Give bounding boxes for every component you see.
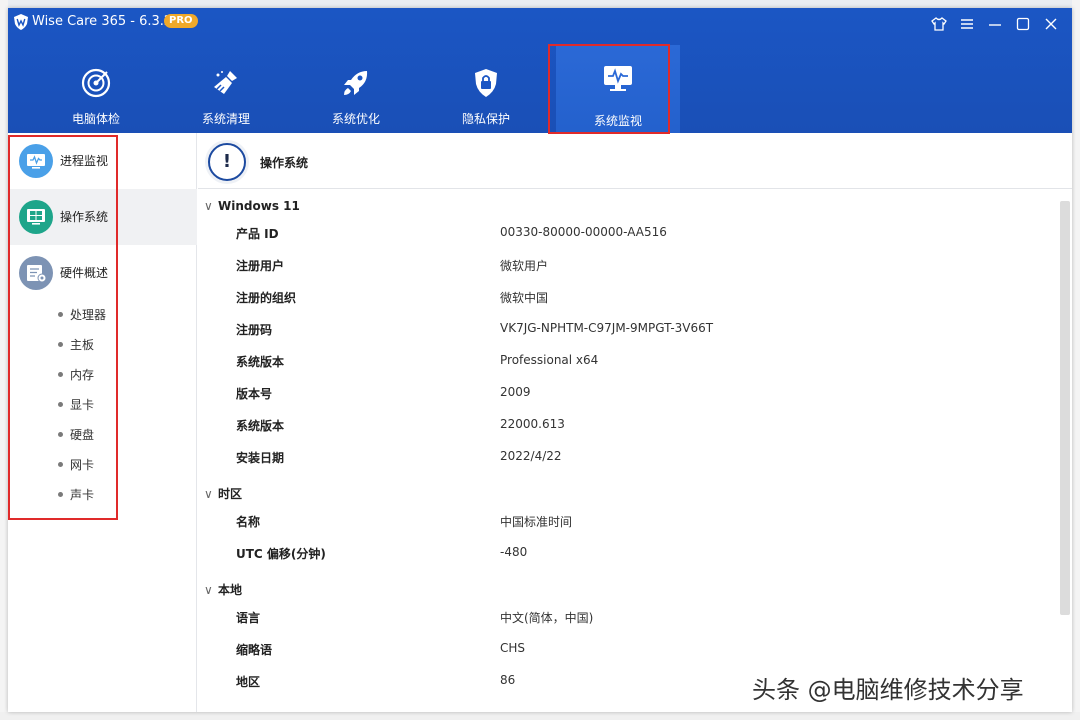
broom-icon — [214, 71, 237, 94]
content-header: ! 操作系统 — [198, 133, 1072, 189]
desktop-left-edge — [0, 0, 8, 720]
skin-icon[interactable] — [930, 15, 948, 33]
app-title: Wise Care 365 - 6.3.2 — [32, 14, 173, 29]
table-row: 安装日期 2022/4/22 — [236, 449, 562, 465]
info-list: ∨ Windows 11 产品 ID 00330-80000-00000-AA516… — [198, 190, 1058, 712]
chevron-down-icon: ∨ — [204, 487, 213, 501]
table-row: UTC 偏移(分钟) -480 — [236, 545, 528, 561]
table-row: 注册用户 微软用户 — [236, 259, 549, 273]
monitor-icon — [19, 144, 53, 178]
sidebar: 进程监视 操作系统 硬件概述 处理器 主板 内存 显卡 硬盘 网卡 声卡 — [8, 133, 197, 712]
sidebar-item-label: 硬件概述 — [60, 266, 109, 280]
sidebar-sub-item-graphics[interactable]: 显卡 — [58, 395, 94, 415]
bullet-icon — [58, 492, 63, 497]
rocket-icon — [344, 71, 368, 95]
watermark: 头条 @电脑维修技术分享 — [752, 676, 1024, 704]
hardware-icon — [19, 256, 53, 290]
target-icon — [81, 68, 111, 98]
main-tabs: 电脑体检 系统清理 系统优化 隐私保护 系统监视 — [8, 45, 1072, 139]
scrollbar[interactable] — [1060, 201, 1070, 615]
table-row: 注册的组织 微软中国 — [236, 291, 549, 305]
table-row: 版本号 2009 — [236, 385, 531, 401]
menu-icon[interactable] — [958, 15, 976, 33]
sidebar-item-operating-system[interactable]: 操作系统 — [8, 189, 197, 245]
tab-system-monitor[interactable]: 系统监视 — [556, 45, 680, 139]
page-title: 操作系统 — [260, 156, 309, 170]
bullet-icon — [58, 432, 63, 437]
bullet-icon — [58, 462, 63, 467]
table-row: 缩略语 CHS — [236, 641, 526, 657]
table-row: 产品 ID 00330-80000-00000-AA516 — [236, 225, 667, 241]
chevron-down-icon: ∨ — [204, 199, 213, 213]
tab-label: 系统监视 — [593, 114, 642, 128]
sidebar-item-process-monitor[interactable]: 进程监视 — [8, 133, 197, 189]
app-window: Wise Care 365 - 6.3.2 PRO 电脑体检 系统清理 系统优化… — [8, 8, 1072, 712]
table-row: 名称 中国标准时间 — [236, 515, 573, 529]
tab-label: 系统清理 — [201, 112, 250, 126]
table-row: 语言 中文(简体，中国) — [236, 611, 594, 625]
windows-icon — [19, 200, 53, 234]
sidebar-item-label: 操作系统 — [60, 210, 109, 224]
tab-system-optimize[interactable]: 系统优化 — [296, 53, 416, 133]
desktop-right-edge — [1072, 0, 1080, 720]
desktop-bottom-edge — [0, 712, 1080, 720]
minimize-icon[interactable] — [986, 15, 1004, 33]
section-header-windows[interactable]: ∨ Windows 11 — [204, 196, 300, 216]
lock-shield-icon — [475, 69, 497, 97]
monitor-icon — [604, 66, 632, 91]
tab-label: 隐私保护 — [461, 112, 510, 126]
tab-label: 电脑体检 — [71, 112, 120, 126]
sidebar-item-hardware-overview[interactable]: 硬件概述 — [8, 245, 197, 301]
bullet-icon — [58, 342, 63, 347]
tab-privacy[interactable]: 隐私保护 — [426, 53, 546, 133]
table-row: 系统版本 22000.613 — [236, 417, 565, 433]
sidebar-item-label: 进程监视 — [60, 154, 109, 168]
table-row: 系统版本 Professional x64 — [236, 353, 599, 369]
sidebar-sub-item-sound[interactable]: 声卡 — [58, 485, 94, 505]
sidebar-sub-item-cpu[interactable]: 处理器 — [58, 305, 106, 325]
app-logo-icon — [14, 14, 28, 30]
section-header-timezone[interactable]: ∨ 时区 — [204, 484, 242, 504]
table-row: 注册码 VK7JG-NPHTM-C97JM-9MPGT-3V66T — [236, 321, 714, 337]
tab-pc-checkup[interactable]: 电脑体检 — [36, 53, 156, 133]
sidebar-sub-item-disk[interactable]: 硬盘 — [58, 425, 94, 445]
info-icon: ! — [208, 143, 246, 181]
section-header-locale[interactable]: ∨ 本地 — [204, 580, 242, 600]
header: Wise Care 365 - 6.3.2 PRO 电脑体检 系统清理 系统优化… — [8, 8, 1072, 139]
bullet-icon — [58, 312, 63, 317]
maximize-icon[interactable] — [1014, 15, 1032, 33]
pro-badge: PRO — [164, 14, 198, 28]
sidebar-sub-item-memory[interactable]: 内存 — [58, 365, 94, 385]
close-icon[interactable] — [1042, 15, 1060, 33]
tab-label: 系统优化 — [331, 112, 380, 126]
title-bar: Wise Care 365 - 6.3.2 PRO — [8, 8, 1072, 38]
bullet-icon — [58, 372, 63, 377]
bullet-icon — [58, 402, 63, 407]
tab-system-clean[interactable]: 系统清理 — [166, 53, 286, 133]
main-content: ! 操作系统 ∨ Windows 11 产品 ID 00330-80000-0000… — [198, 133, 1072, 712]
chevron-down-icon: ∨ — [204, 583, 213, 597]
sidebar-sub-item-motherboard[interactable]: 主板 — [58, 335, 94, 355]
sidebar-sub-item-network[interactable]: 网卡 — [58, 455, 94, 475]
